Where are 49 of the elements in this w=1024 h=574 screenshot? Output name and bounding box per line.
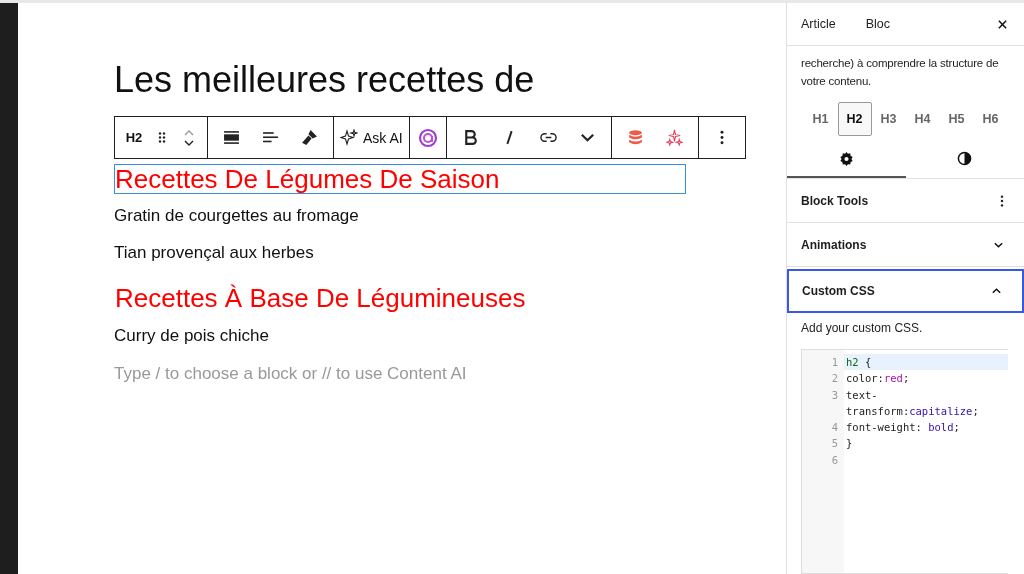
sparkles-icon[interactable] bbox=[665, 129, 683, 146]
ask-ai-button[interactable]: Ask AI bbox=[340, 128, 403, 147]
help-text: Add your custom CSS. bbox=[801, 321, 924, 335]
code-line: color:red; bbox=[845, 371, 911, 387]
code-editor[interactable]: 1 h2 { 2 color:red; 3 text-transform:capitalize; 4 font-weight: bold; 5 } 6 bbox=[801, 349, 1008, 574]
paragraph-block[interactable]: Tian provençal aux herbes bbox=[114, 242, 314, 263]
drag-handle-icon[interactable] bbox=[157, 129, 167, 146]
heading-level-button[interactable]: H2 bbox=[837, 102, 872, 136]
help-text: recherche) à comprendre la structure de votre contenu. bbox=[801, 56, 1000, 89]
panel-header[interactable]: Custom CSS bbox=[787, 269, 1024, 313]
block-type-button[interactable]: H2 bbox=[121, 130, 147, 145]
sidebar-tab[interactable]: Article bbox=[801, 17, 836, 31]
panel-title: Animations bbox=[801, 237, 867, 252]
heading-block[interactable]: Recettes À Base De Légumineuses bbox=[114, 283, 686, 313]
heading-level-button[interactable]: H3 bbox=[871, 102, 906, 136]
more-options-icon[interactable] bbox=[1000, 193, 1004, 208]
heading-level-button[interactable]: H6 bbox=[973, 102, 1008, 136]
line-number: 5 bbox=[830, 436, 839, 452]
sidebar-tab[interactable]: Bloc bbox=[865, 17, 891, 31]
post-title[interactable]: Les meilleures recettes de bbox=[114, 60, 535, 100]
line-number: 6 bbox=[830, 452, 839, 468]
gear-icon bbox=[838, 150, 854, 166]
panel-title: Block Tools bbox=[801, 193, 869, 208]
align-full-icon[interactable] bbox=[223, 129, 240, 146]
panel-header[interactable]: Block Tools bbox=[787, 179, 1024, 223]
line-number: 3 bbox=[830, 387, 839, 403]
brush-icon[interactable] bbox=[301, 129, 318, 146]
paragraph-block[interactable]: Curry de pois chiche bbox=[114, 325, 269, 346]
close-icon[interactable] bbox=[997, 18, 1008, 30]
line-number: 4 bbox=[830, 420, 839, 436]
ai-logo-icon[interactable] bbox=[417, 127, 438, 148]
chevron-down-icon[interactable] bbox=[993, 240, 1004, 249]
heading-level-button[interactable]: H5 bbox=[939, 102, 974, 136]
line-number: 1 bbox=[830, 355, 839, 370]
paragraph-block[interactable]: Gratin de courgettes au fromage bbox=[114, 205, 359, 226]
move-down-icon[interactable] bbox=[183, 138, 195, 147]
chevron-up-icon[interactable] bbox=[991, 287, 1002, 295]
heading-level-button[interactable]: H1 bbox=[803, 102, 838, 136]
sparkle-icon bbox=[340, 128, 358, 147]
panel-header[interactable]: Animations bbox=[787, 223, 1024, 267]
contrast-icon bbox=[957, 150, 973, 166]
line-number: 2 bbox=[830, 371, 839, 387]
code-line: text-transform:capitalize; bbox=[845, 387, 980, 419]
heading-block[interactable]: Recettes De Légumes De Saison bbox=[114, 164, 686, 194]
panel-title: Custom CSS bbox=[802, 284, 875, 298]
code-line: font-weight: bold; bbox=[845, 420, 961, 436]
code-line: } bbox=[845, 436, 854, 452]
database-icon[interactable] bbox=[626, 129, 644, 146]
heading-level-button[interactable]: H4 bbox=[905, 102, 940, 136]
